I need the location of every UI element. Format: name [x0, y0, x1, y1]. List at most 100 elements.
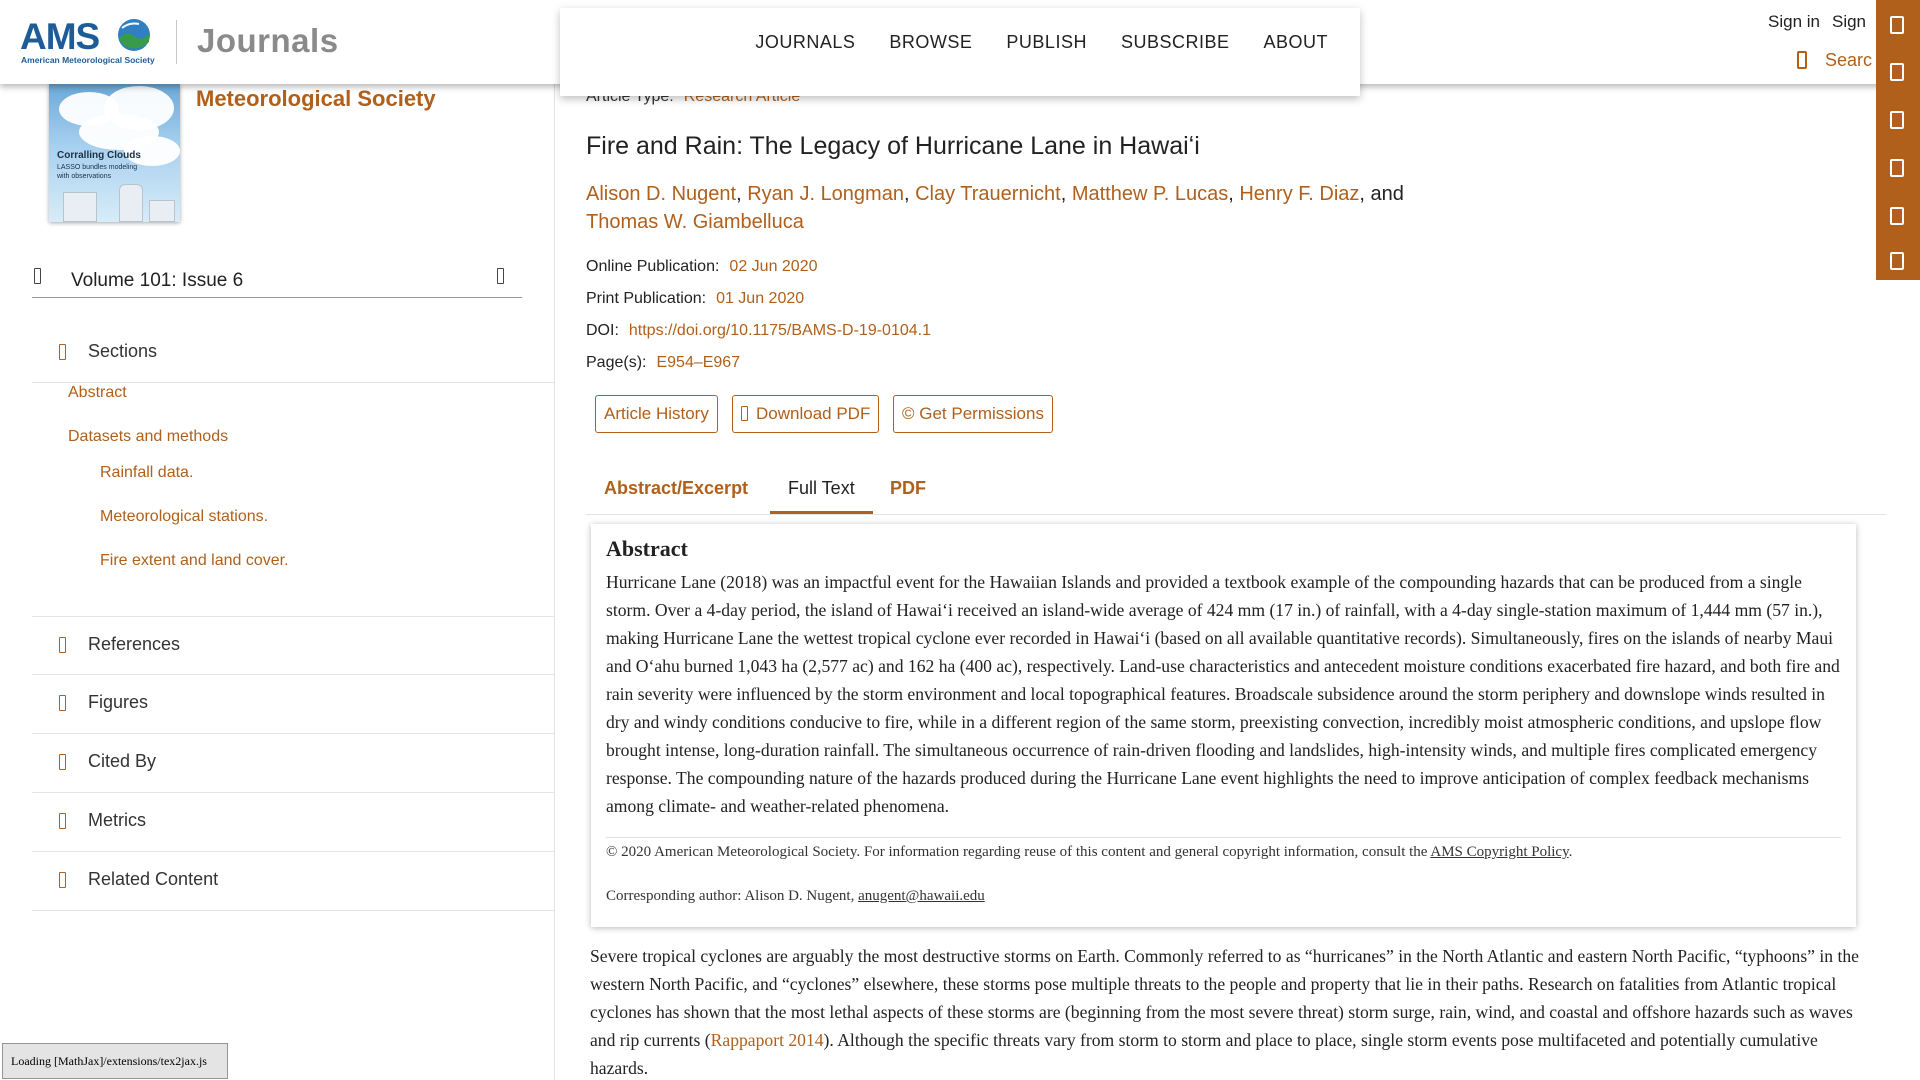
search-label: Searc [1825, 50, 1873, 70]
article-tabs: Abstract/Excerpt Full Text PDF [586, 465, 1886, 515]
sign-up-link[interactable]: Sign [1832, 12, 1866, 31]
author-link[interactable]: Thomas W. Giambelluca [586, 211, 804, 233]
expand-icon [59, 695, 66, 711]
tab-full-text[interactable]: Full Text [770, 465, 873, 514]
divider [606, 837, 1841, 838]
abstract-card: Abstract Hurricane Lane (2018) was an im… [591, 524, 1856, 927]
nav-browse[interactable]: BROWSE [889, 32, 972, 53]
pages-label: Page(s): [586, 354, 647, 371]
tab-pdf[interactable]: PDF [872, 465, 944, 514]
expand-icon [59, 813, 66, 829]
main-navigation: JOURNALS BROWSE PUBLISH SUBSCRIBE ABOUT [560, 8, 1360, 96]
get-permissions-button[interactable]: © Get Permissions [893, 395, 1053, 433]
accordion-label: Cited By [88, 751, 157, 771]
sign-in-link[interactable]: Sign in [1768, 12, 1820, 31]
article-history-button[interactable]: Article History [595, 395, 718, 433]
journal-cover-image[interactable]: Corralling Clouds LASSO bundles modeling… [49, 84, 180, 222]
toc-item[interactable]: Fire extent and land cover. [100, 552, 289, 570]
copyright-notice: © 2020 American Meteorological Society. … [606, 844, 1572, 861]
print-publication: Print Publication: 01 Jun 2020 [586, 290, 804, 308]
pages-row: Page(s): E954–E967 [586, 354, 740, 372]
society-name: Meteorological Society [196, 86, 436, 111]
toc-item[interactable]: Datasets and methods [68, 428, 228, 446]
online-label: Online Publication: [586, 258, 720, 275]
nav-publish[interactable]: PUBLISH [1006, 32, 1087, 53]
logo-divider [176, 20, 177, 64]
expand-icon [59, 754, 66, 770]
accordion-related-content[interactable]: Related Content [32, 852, 555, 911]
toc-item[interactable]: Meteorological stations. [100, 508, 268, 526]
doi-label: DOI: [586, 322, 619, 339]
logo-text: AMS [20, 16, 100, 57]
accordion-references[interactable]: References [32, 616, 555, 675]
previous-issue-icon[interactable] [34, 268, 41, 284]
pages-value[interactable]: E954–E967 [656, 354, 740, 371]
expand-icon [59, 872, 66, 888]
tool-icon[interactable] [1890, 207, 1904, 225]
accordion-label: Sections [88, 341, 158, 361]
logo-tagline: American Meteorological Society [21, 55, 155, 65]
accordion-figures[interactable]: Figures [32, 675, 555, 734]
intro-paragraph: Severe tropical cyclones are arguably th… [590, 942, 1868, 1080]
nav-about[interactable]: ABOUT [1263, 32, 1328, 53]
pdf-icon [741, 406, 748, 421]
accordion-label: References [88, 634, 181, 654]
tool-icon[interactable] [1890, 63, 1904, 81]
accordion-label: Related Content [88, 869, 219, 889]
issue-selector[interactable]: Volume 101: Issue 6 [32, 266, 522, 298]
citation-link[interactable]: Rappaport 2014 [711, 1030, 824, 1050]
copyright-end: . [1568, 844, 1573, 860]
download-pdf-button[interactable]: Download PDF [732, 395, 880, 433]
doi-row: DOI: https://doi.org/10.1175/BAMS-D-19-01… [586, 322, 931, 340]
side-tools-bar [1876, 0, 1920, 280]
toc-item[interactable]: Abstract [68, 384, 127, 402]
search-toggle[interactable]: Searc [1797, 50, 1872, 71]
ams-logo[interactable]: AMS American Meteorological Society [20, 16, 155, 68]
nav-subscribe[interactable]: SUBSCRIBE [1121, 32, 1230, 53]
corresponding-author: Corresponding author: Alison D. Nugent, … [606, 888, 985, 905]
copyright-text: © 2020 American Meteorological Society. … [606, 844, 1431, 860]
tool-icon[interactable] [1890, 252, 1904, 270]
author-link[interactable]: Clay Trauernicht [915, 183, 1061, 205]
online-date[interactable]: 02 Jun 2020 [729, 258, 817, 275]
tool-icon[interactable] [1890, 159, 1904, 177]
accordion-metrics[interactable]: Metrics [32, 793, 555, 852]
accordion-sections[interactable]: Sections [32, 324, 555, 383]
author-list: Alison D. Nugent, Ryan J. Longman, Clay … [586, 183, 1404, 233]
tab-abstract[interactable]: Abstract/Excerpt [586, 465, 766, 514]
author-link[interactable]: Henry F. Diaz [1239, 183, 1359, 205]
toc-item[interactable]: Rainfall data. [100, 464, 193, 482]
mathjax-loading-status: Loading [MathJax]/extensions/tex2jax.js [2, 1043, 228, 1079]
download-pdf-label: Download PDF [756, 404, 871, 423]
expand-icon [59, 637, 66, 653]
abstract-text: Hurricane Lane (2018) was an impactful e… [606, 572, 1840, 816]
account-links: Sign in Sign [1768, 12, 1878, 32]
cover-subtitle: LASSO bundles modeling with observations [57, 164, 138, 180]
left-sidebar: Corralling Clouds LASSO bundles modeling… [32, 84, 555, 1080]
tool-icon[interactable] [1890, 111, 1904, 129]
article-title: Fire and Rain: The Legacy of Hurricane L… [586, 132, 1200, 160]
corresponding-text: Corresponding author: Alison D. Nugent, [606, 888, 859, 904]
accordion-label: Figures [88, 692, 149, 712]
print-label: Print Publication: [586, 290, 707, 307]
abstract-heading: Abstract [606, 536, 688, 561]
copyright-policy-link[interactable]: AMS Copyright Policy [1430, 844, 1568, 860]
nav-journals[interactable]: JOURNALS [755, 32, 855, 53]
print-date[interactable]: 01 Jun 2020 [716, 290, 804, 307]
journals-wordmark[interactable]: Journals [197, 22, 339, 60]
online-publication: Online Publication: 02 Jun 2020 [586, 258, 818, 276]
search-icon [1797, 51, 1807, 69]
globe-icon [118, 19, 150, 51]
author-link[interactable]: Matthew P. Lucas [1072, 183, 1228, 205]
author-email-link[interactable]: anugent@hawaii.edu [858, 888, 985, 904]
tool-icon[interactable] [1890, 16, 1904, 34]
accordion-cited-by[interactable]: Cited By [32, 734, 555, 793]
and-word: , and [1359, 183, 1404, 205]
author-link[interactable]: Alison D. Nugent [586, 183, 736, 205]
next-issue-icon[interactable] [497, 268, 504, 284]
cover-title: Corralling Clouds [57, 150, 141, 161]
doi-link[interactable]: https://doi.org/10.1175/BAMS-D-19-0104.1 [629, 322, 931, 339]
expand-icon [59, 344, 66, 360]
accordion-label: Metrics [88, 810, 146, 830]
author-link[interactable]: Ryan J. Longman [747, 183, 904, 205]
